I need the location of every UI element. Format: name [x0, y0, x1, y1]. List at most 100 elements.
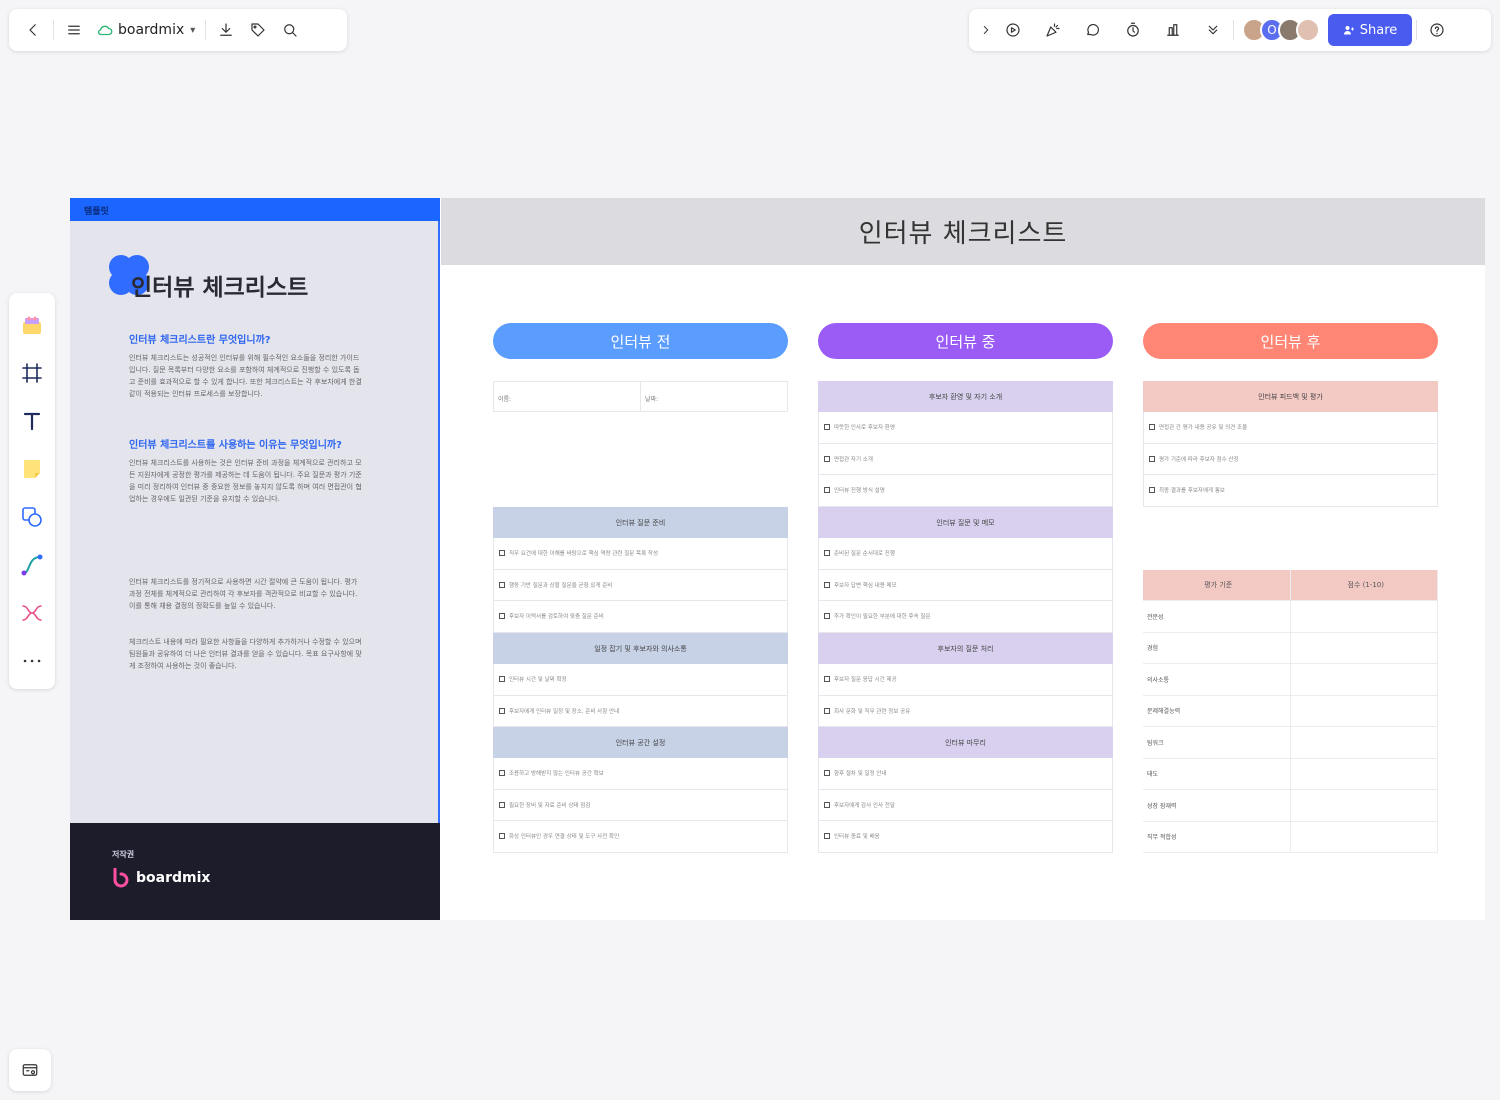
checklist-item[interactable]: 화상 인터뷰인 경우 연결 상태 및 도구 사전 확인 [493, 821, 788, 853]
checklist-item[interactable]: 후보자에게 인터뷰 일정 및 장소, 준비 사항 안내 [493, 695, 788, 727]
help-icon[interactable] [1421, 14, 1453, 46]
table-row: 전문성 [1143, 601, 1438, 633]
present-icon[interactable] [997, 14, 1029, 46]
name-field[interactable]: 이름: [494, 382, 641, 411]
checklist-item[interactable]: 후보자에게 감사 인사 전달 [818, 789, 1113, 821]
menu-icon[interactable] [58, 14, 90, 46]
checklist-item[interactable]: 따뜻한 인사로 후보자 환영 [818, 412, 1113, 444]
shapes-icon[interactable] [15, 500, 49, 534]
checklist-item[interactable]: 직무 요건에 대한 이해를 바탕으로 핵심 역량 관련 질문 목록 작성 [493, 538, 788, 570]
checkbox[interactable] [499, 581, 505, 588]
comment-icon[interactable] [1077, 14, 1109, 46]
template-icon[interactable] [15, 308, 49, 342]
checklist-item[interactable]: 인터뷰 종료 및 배웅 [818, 821, 1113, 853]
score-cell[interactable] [1291, 664, 1438, 695]
item-text: 회사 문화 및 직무 관련 정보 공유 [834, 708, 911, 715]
checkbox[interactable] [824, 770, 830, 777]
checkbox[interactable] [824, 613, 830, 620]
frame-icon[interactable] [15, 356, 49, 390]
celebrate-icon[interactable] [1037, 14, 1069, 46]
table-row: 경험 [1143, 632, 1438, 664]
score-cell[interactable] [1291, 695, 1438, 726]
checkbox[interactable] [824, 455, 830, 462]
date-field[interactable]: 날짜: [641, 382, 787, 411]
checklist-section: 인터뷰 공간 설정 조용하고 방해받지 않는 인터뷰 공간 확보 필요한 장비 … [493, 727, 788, 853]
checklist-item[interactable]: 회사 문화 및 직무 관련 정보 공유 [818, 695, 1113, 727]
name-date-row: 이름: 날짜: [493, 381, 788, 412]
checkbox[interactable] [824, 581, 830, 588]
item-text: 최종 결과를 후보자에게 통보 [1159, 488, 1225, 495]
checkbox[interactable] [824, 801, 830, 808]
checklist-item[interactable]: 조용하고 방해받지 않는 인터뷰 공간 확보 [493, 758, 788, 790]
checkbox[interactable] [499, 770, 505, 777]
checklist-item[interactable]: 필요한 장비 및 자료 준비 상태 점검 [493, 789, 788, 821]
score-cell[interactable] [1291, 821, 1438, 852]
board-name-dropdown[interactable]: boardmix ▾ [90, 21, 201, 39]
checklist-item[interactable]: 면접관 간 평가 내용 공유 및 의견 조율 [1143, 412, 1438, 444]
cloud-icon [97, 25, 113, 36]
item-text: 평가 기준에 따라 후보자 점수 산정 [1159, 456, 1239, 463]
score-cell[interactable] [1291, 601, 1438, 632]
section-title: 후보자 환영 및 자기 소개 [818, 381, 1113, 412]
timer-icon[interactable] [1117, 14, 1149, 46]
share-button[interactable]: Share [1328, 14, 1412, 46]
tag-icon[interactable] [242, 14, 274, 46]
checkbox[interactable] [824, 833, 830, 840]
vote-icon[interactable] [1157, 14, 1189, 46]
checklist-item[interactable]: 최종 결과를 후보자에게 통보 [1143, 475, 1438, 507]
checkbox[interactable] [1149, 455, 1155, 462]
search-icon[interactable] [274, 14, 306, 46]
score-cell[interactable] [1291, 727, 1438, 758]
checkbox[interactable] [1149, 424, 1155, 431]
checkbox[interactable] [499, 801, 505, 808]
checkbox[interactable] [499, 676, 505, 683]
collaborator-avatars[interactable]: O [1242, 18, 1320, 42]
checkbox[interactable] [499, 550, 505, 557]
user-add-icon [1343, 26, 1354, 35]
connector-icon[interactable] [15, 548, 49, 582]
checkbox[interactable] [499, 613, 505, 620]
checklist-item[interactable]: 후보자 답변 핵심 내용 메모 [818, 569, 1113, 601]
checklist-item[interactable]: 후보자 질문 응답 시간 제공 [818, 664, 1113, 696]
criteria-cell: 경험 [1143, 632, 1291, 663]
table-row: 의사소통 [1143, 664, 1438, 696]
item-text: 추가 확인이 필요한 부분에 대한 후속 질문 [834, 614, 931, 621]
more-down-icon[interactable] [1197, 14, 1229, 46]
sticky-note-icon[interactable] [15, 452, 49, 486]
checklist-item[interactable]: 인터뷰 시간 및 날짜 확정 [493, 664, 788, 696]
checkbox[interactable] [1149, 487, 1155, 494]
item-text: 필요한 장비 및 자료 준비 상태 점검 [509, 802, 591, 809]
checklist-item[interactable]: 후보자 이력서를 검토하여 맞춤 질문 준비 [493, 601, 788, 633]
score-cell[interactable] [1291, 790, 1438, 821]
back-icon[interactable] [17, 14, 49, 46]
checkbox[interactable] [824, 424, 830, 431]
minimap-toggle[interactable] [9, 1049, 51, 1091]
download-icon[interactable] [210, 14, 242, 46]
paragraph: 체크리스트 내용에 따라 필요한 사항들을 다양하게 추가하거나 수정할 수 있… [129, 638, 362, 670]
score-cell[interactable] [1291, 758, 1438, 789]
panel-title: 인터뷰 체크리스트 [131, 275, 309, 301]
checklist-item[interactable]: 평가 기준에 따라 후보자 점수 산정 [1143, 443, 1438, 475]
item-text: 인터뷰 종료 및 배웅 [834, 834, 880, 841]
text-icon[interactable] [15, 404, 49, 438]
avatar[interactable] [1296, 18, 1320, 42]
checkbox[interactable] [824, 487, 830, 494]
column-header: 평가 기준 [1143, 570, 1291, 600]
checkbox[interactable] [824, 550, 830, 557]
mindmap-icon[interactable] [15, 596, 49, 630]
checklist-item[interactable]: 준비된 질문 순서대로 진행 [818, 538, 1113, 570]
checklist-item[interactable]: 행동 기반 질문과 상황 질문을 균형 있게 준비 [493, 569, 788, 601]
template-board[interactable]: 템플릿 인터뷰 체크리스트 인터뷰 체크리스트란 무엇입니까? 인터뷰 체크리스… [70, 198, 1485, 920]
checkbox[interactable] [824, 707, 830, 714]
checklist-item[interactable]: 면접관 자기 소개 [818, 443, 1113, 475]
section-title: 인터뷰 질문 준비 [493, 507, 788, 538]
checklist-item[interactable]: 향후 절차 및 일정 안내 [818, 758, 1113, 790]
score-cell[interactable] [1291, 632, 1438, 663]
checkbox[interactable] [499, 707, 505, 714]
more-tools-icon[interactable] [15, 644, 49, 678]
checkbox[interactable] [824, 676, 830, 683]
chevron-right-icon[interactable] [975, 14, 997, 46]
checklist-item[interactable]: 추가 확인이 필요한 부분에 대한 후속 질문 [818, 601, 1113, 633]
checklist-item[interactable]: 인터뷰 진행 방식 설명 [818, 475, 1113, 507]
checkbox[interactable] [499, 833, 505, 840]
